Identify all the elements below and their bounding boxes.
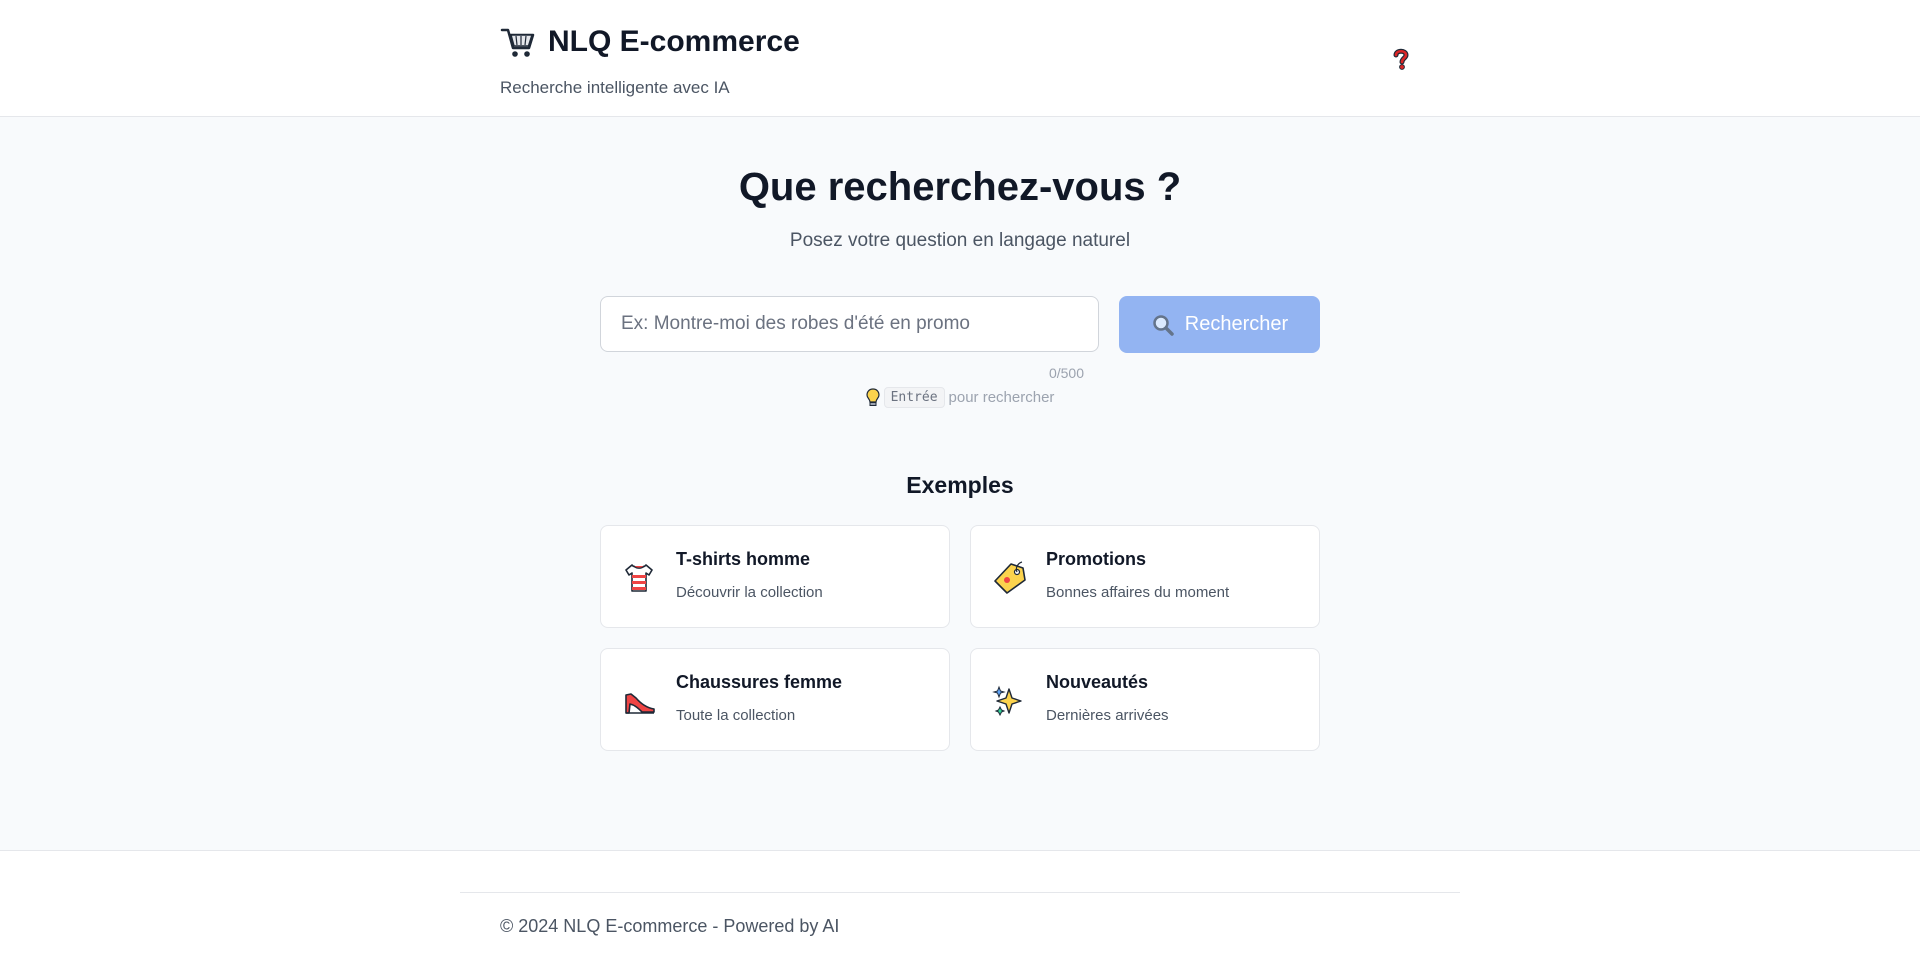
examples-title: Exemples — [906, 472, 1014, 498]
enter-key-badge: Entrée — [883, 387, 945, 408]
search-button-label: Rechercher — [1184, 313, 1289, 335]
example-card-shoes[interactable]: Chaussures femme Toute la collection — [600, 648, 950, 751]
keyboard-hint: Entrée pour rechercher — [0, 387, 1920, 408]
hero-subtitle: Posez votre question en langage naturel — [789, 230, 1131, 251]
card-description: Toute la collection — [676, 707, 796, 724]
magnifier-icon — [1153, 314, 1174, 336]
brand[interactable]: NLQ E-commerce — [500, 24, 1420, 60]
price-tag-icon — [994, 561, 1026, 594]
example-card-promotions[interactable]: Promotions Bonnes affaires du moment — [970, 525, 1320, 628]
footer-copyright: © 2024 NLQ E-commerce - Powered by AI — [500, 916, 840, 936]
card-title: Promotions — [1046, 549, 1147, 569]
question-mark-icon[interactable] — [1393, 48, 1409, 70]
site-title: NLQ E-commerce — [548, 25, 800, 58]
search-input[interactable] — [600, 296, 1099, 352]
tshirt-icon — [625, 564, 653, 592]
example-card-new-arrivals[interactable]: Nouveautés Dernières arrivées — [970, 648, 1320, 751]
site-subtitle: Recherche intelligente avec IA — [500, 78, 730, 97]
example-card-tshirts[interactable]: T-shirts homme Découvrir la collection — [600, 525, 950, 628]
hint-text: pour rechercher — [948, 389, 1055, 406]
site-footer: © 2024 NLQ E-commerce - Powered by AI — [0, 850, 1920, 958]
shopping-cart-icon — [500, 28, 535, 57]
char-counter: 0/500 — [1048, 365, 1084, 381]
card-description: Bonnes affaires du moment — [1046, 584, 1230, 601]
footer-divider — [460, 892, 1460, 893]
card-title: Nouveautés — [1046, 672, 1149, 692]
search-button[interactable]: Rechercher — [1119, 296, 1320, 353]
high-heel-icon — [625, 693, 655, 714]
site-header: NLQ E-commerce Recherche intelligente av… — [0, 0, 1920, 117]
sparkles-icon — [992, 685, 1022, 717]
card-title: T-shirts homme — [676, 549, 811, 569]
header-content: NLQ E-commerce Recherche intelligente av… — [500, 24, 1420, 98]
main-content: Que recherchez-vous ? Posez votre questi… — [0, 117, 1920, 850]
card-title: Chaussures femme — [676, 672, 843, 692]
card-description: Découvrir la collection — [676, 584, 823, 601]
hero-title: Que recherchez-vous ? — [738, 165, 1182, 209]
lightbulb-icon — [865, 387, 880, 406]
card-description: Dernières arrivées — [1046, 707, 1169, 724]
